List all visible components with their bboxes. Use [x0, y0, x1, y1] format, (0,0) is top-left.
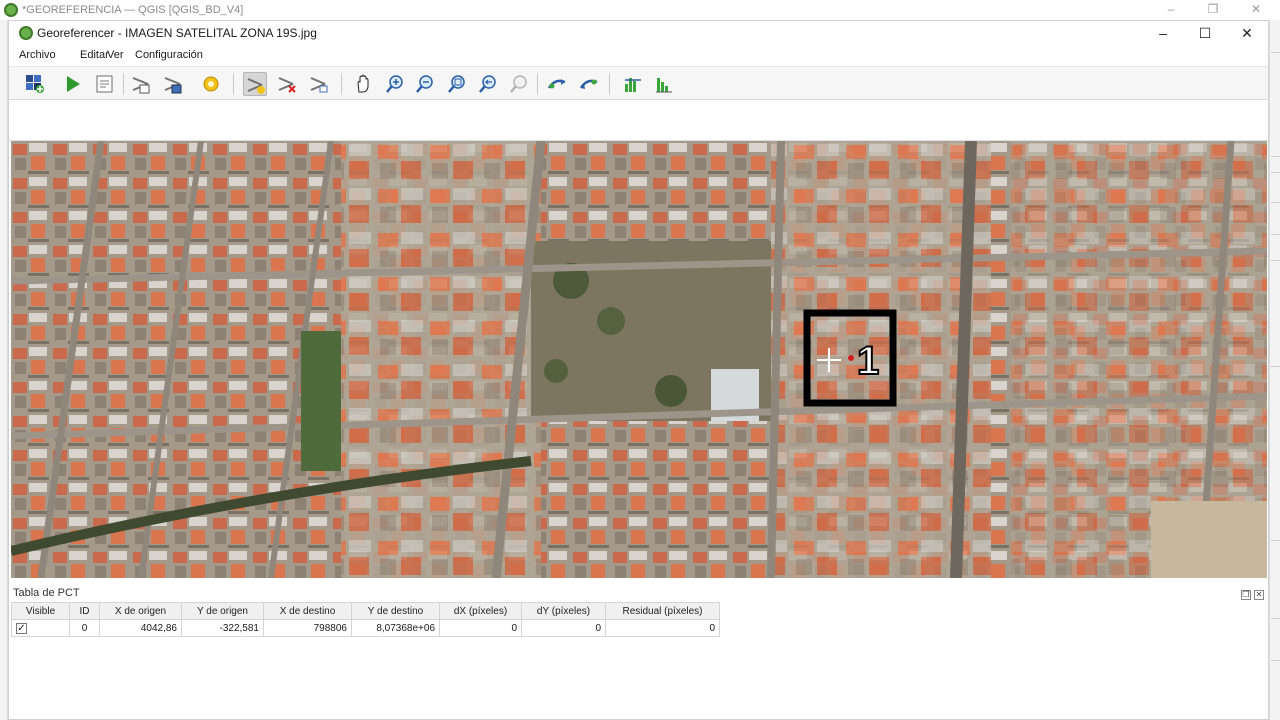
cell-x-origen[interactable]: 4042,86	[99, 619, 182, 637]
zoom-in-icon[interactable]	[383, 72, 407, 96]
cell-dy: 0	[521, 619, 606, 637]
link-qgis-to-georeferencer-icon[interactable]	[577, 72, 601, 96]
transformation-settings-icon[interactable]	[199, 72, 223, 96]
table-row[interactable]: ✓ 0 4042,86 -322,581 798806 8,07368e+06 …	[11, 619, 720, 637]
window-titlebar: Georeferencer - IMAGEN SATELITAL ZONA 19…	[9, 21, 1268, 45]
cell-x-destino[interactable]: 798806	[263, 619, 352, 637]
background-window-titlebar: *GEOREFERENCIA — QGIS [QGIS_BD_V4] – ❐ ✕	[0, 0, 1280, 20]
map-canvas[interactable]: 1	[11, 141, 1267, 578]
col-dy[interactable]: dY (píxeles)	[521, 602, 606, 620]
menu-configuracion[interactable]: Configuración	[135, 49, 203, 61]
col-y-destino[interactable]: Y de destino	[351, 602, 440, 620]
right-dock-strip	[1269, 20, 1280, 720]
minimize-icon[interactable]: –	[1164, 2, 1178, 16]
cell-id[interactable]: 0	[69, 619, 100, 637]
toolbar	[9, 66, 1268, 100]
local-histogram-stretch-icon[interactable]	[652, 72, 676, 96]
gcp-marker-label: 1	[856, 338, 880, 384]
visible-checkbox[interactable]: ✓	[16, 622, 27, 634]
cell-residual: 0	[605, 619, 720, 637]
cell-y-destino[interactable]: 8,07368e+06	[351, 619, 440, 637]
satellite-image	[11, 141, 1267, 578]
zoom-to-layer-icon[interactable]	[445, 72, 469, 96]
full-histogram-stretch-icon[interactable]	[621, 72, 645, 96]
generate-gdal-script-icon[interactable]	[93, 72, 117, 96]
col-y-origen[interactable]: Y de origen	[181, 602, 264, 620]
restore-icon[interactable]: ❐	[1206, 2, 1220, 16]
gcp-table: Visible ID X de origen Y de origen X de …	[11, 602, 720, 637]
qgis-logo-icon	[4, 3, 18, 17]
background-window-title: *GEOREFERENCIA — QGIS [QGIS_BD_V4]	[22, 4, 244, 16]
col-dx[interactable]: dX (píxeles)	[439, 602, 522, 620]
minimize-button[interactable]: –	[1153, 23, 1173, 43]
move-gcp-point-icon[interactable]	[307, 72, 331, 96]
zoom-last-icon[interactable]	[476, 72, 500, 96]
save-gcp-points-icon[interactable]	[161, 72, 185, 96]
cell-y-origen[interactable]: -322,581	[181, 619, 264, 637]
col-residual[interactable]: Residual (píxeles)	[605, 602, 720, 620]
open-raster-icon[interactable]	[23, 72, 47, 96]
col-visible[interactable]: Visible	[11, 602, 70, 620]
info-bar	[9, 101, 1268, 141]
maximize-button[interactable]: ☐	[1195, 23, 1215, 43]
col-x-origen[interactable]: X de origen	[99, 602, 182, 620]
panel-controls: ❐ ✕	[1238, 588, 1264, 600]
delete-point-icon[interactable]	[275, 72, 299, 96]
load-gcp-points-icon[interactable]	[129, 72, 153, 96]
pan-icon[interactable]	[351, 72, 375, 96]
close-panel-icon[interactable]: ✕	[1254, 590, 1264, 600]
menu-archivo[interactable]: Archivo	[19, 49, 56, 61]
left-dock-strip	[0, 20, 8, 720]
zoom-out-icon[interactable]	[413, 72, 437, 96]
link-georeferencer-to-qgis-icon[interactable]	[545, 72, 569, 96]
start-georeferencing-icon[interactable]	[61, 72, 85, 96]
window-title: Georeferencer - IMAGEN SATELITAL ZONA 19…	[37, 26, 317, 40]
add-point-icon[interactable]	[243, 72, 267, 96]
gcp-panel-title: Tabla de PCT	[13, 587, 80, 599]
georeferencer-window: Georeferencer - IMAGEN SATELITAL ZONA 19…	[8, 20, 1269, 720]
menubar: Archivo Editar Ver Configuración	[9, 45, 1268, 65]
col-x-destino[interactable]: X de destino	[263, 602, 352, 620]
cell-dx: 0	[439, 619, 522, 637]
float-panel-icon[interactable]: ❐	[1241, 590, 1251, 600]
col-id[interactable]: ID	[69, 602, 100, 620]
close-icon[interactable]: ✕	[1249, 2, 1263, 16]
menu-editar[interactable]: Editar	[80, 49, 109, 61]
qgis-logo-icon	[19, 26, 33, 40]
zoom-next-icon[interactable]	[507, 72, 531, 96]
menu-ver[interactable]: Ver	[107, 49, 124, 61]
close-button[interactable]: ✕	[1237, 23, 1257, 43]
